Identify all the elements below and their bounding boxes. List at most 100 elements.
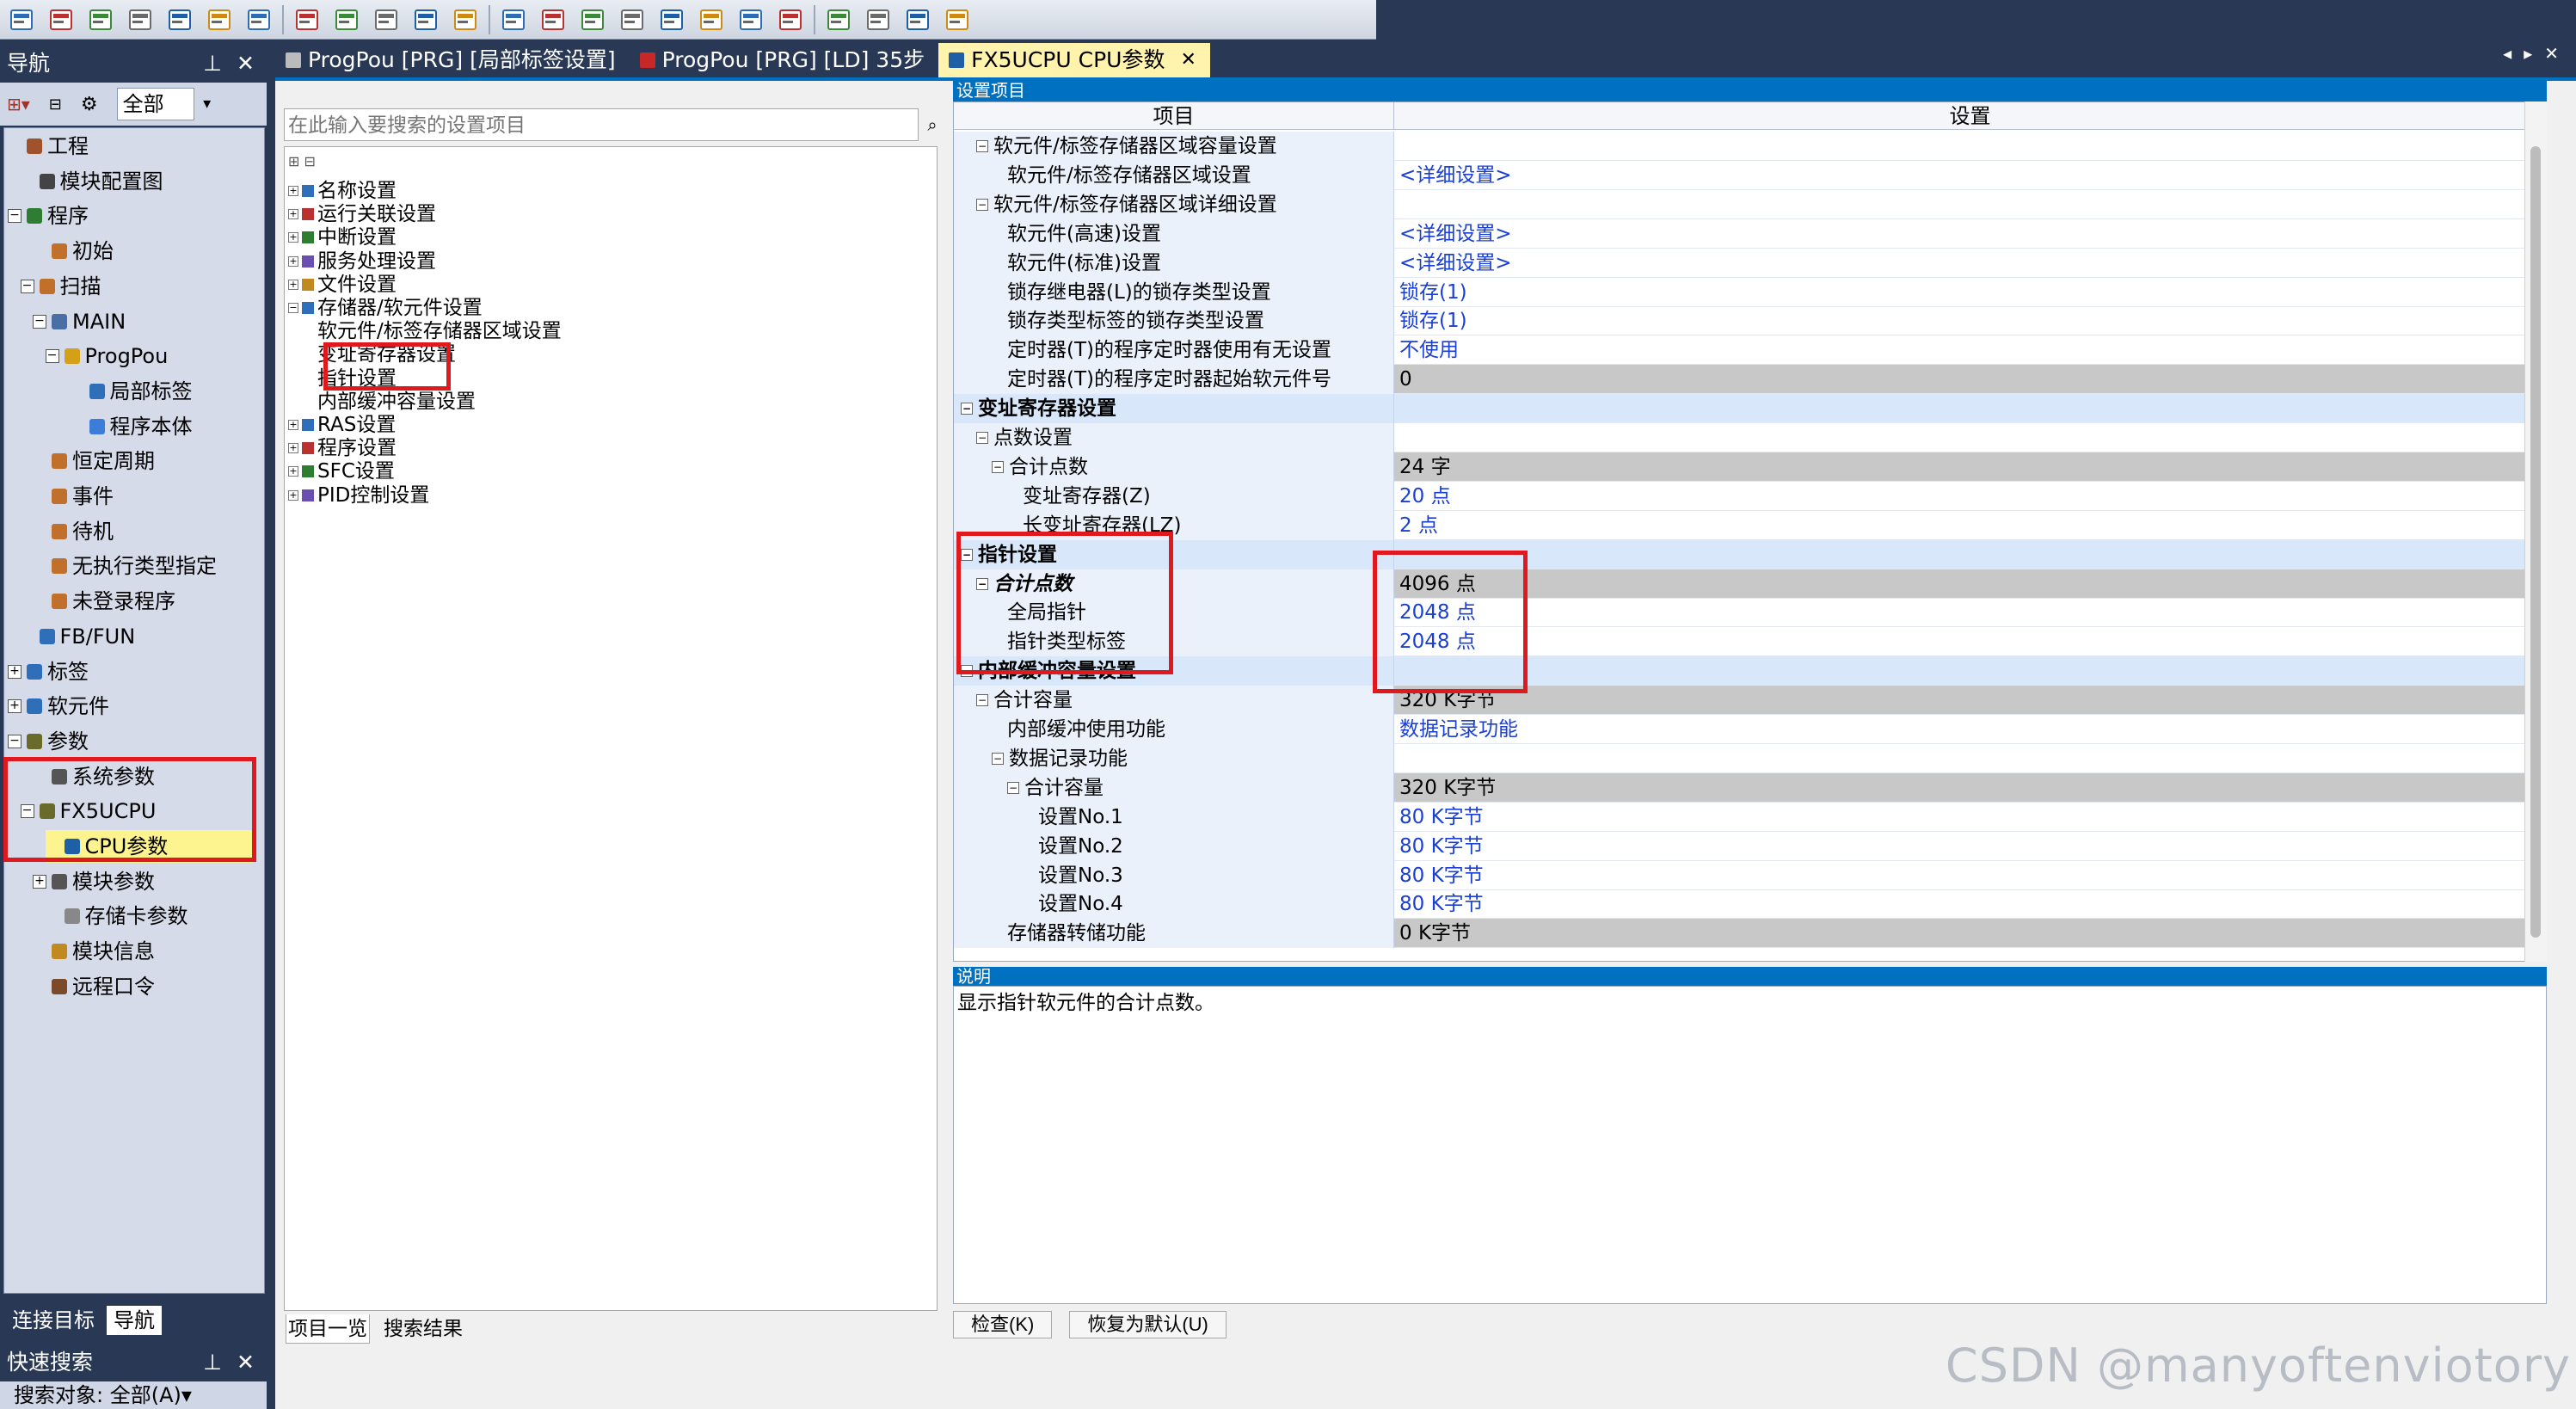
grid-row-value[interactable]: 320 K字节 — [1394, 686, 2535, 716]
grid-row-value[interactable]: 2048 点 — [1394, 598, 2535, 628]
expand-icon[interactable]: + — [288, 443, 298, 454]
window-icon[interactable] — [163, 3, 196, 36]
grid-row-value[interactable]: 320 K字节 — [1394, 772, 2535, 803]
search-icon[interactable] — [822, 3, 855, 36]
pin-icon[interactable]: ⊥ — [203, 45, 222, 83]
grid-row-value[interactable]: <详细设置> — [1394, 219, 2535, 249]
collapse-icon[interactable]: − — [976, 577, 988, 590]
close-icon[interactable]: ✕ — [1180, 43, 1196, 77]
tab-navigation[interactable]: 导航 — [107, 1306, 162, 1335]
setting-tree-item[interactable]: + RAS设置 — [288, 414, 396, 436]
collapse-icon[interactable]: − — [992, 752, 1004, 765]
close-icon[interactable]: ✕ — [237, 45, 255, 83]
grid-row[interactable]: − 软元件/标签存储器区域详细设置 — [954, 189, 2535, 219]
grid-row[interactable]: 设置No.2 80 K字节 — [954, 831, 2535, 861]
grid-row-value[interactable]: 2 点 — [1394, 511, 2535, 540]
tree-node[interactable]: 初始 — [33, 235, 114, 268]
nav-collapse-icon[interactable]: ⊟ — [49, 95, 62, 114]
expand-icon[interactable]: + — [288, 255, 298, 267]
setting-tree-item[interactable]: + 服务处理设置 — [288, 250, 436, 273]
save-icon[interactable] — [45, 3, 77, 36]
table-icon[interactable] — [203, 3, 236, 36]
grid-row[interactable]: 锁存类型标签的锁存类型设置 锁存(1) — [954, 306, 2535, 336]
grid-row[interactable]: 软元件(标准)设置 <详细设置> — [954, 248, 2535, 278]
chevron-right-icon[interactable]: ▸ — [2524, 43, 2532, 64]
doc-tab[interactable]: ProgPou [PRG] [局部标签设置] — [275, 43, 630, 77]
grid-row-value[interactable]: 数据记录功能 — [1394, 715, 2535, 744]
tree-node[interactable]: 待机 — [33, 515, 114, 548]
grid-row[interactable]: 定时器(T)的程序定时器使用有无设置 不使用 — [954, 335, 2535, 366]
edit-icon[interactable] — [616, 3, 649, 36]
grid-row[interactable]: 指针类型标签 2048 点 — [954, 627, 2535, 657]
check-button[interactable]: 检查(K) — [953, 1311, 1053, 1338]
tree-node[interactable]: − MAIN — [33, 305, 126, 338]
expand-icon[interactable]: + — [288, 186, 298, 196]
expand-icon[interactable]: + — [288, 420, 298, 430]
grid-scrollbar[interactable] — [2524, 102, 2547, 962]
tree-toolbar-icon[interactable]: ⊞ ⊟ — [288, 151, 316, 173]
tree-node[interactable]: 恒定周期 — [33, 445, 155, 477]
collapse-icon[interactable]: − — [288, 303, 298, 313]
grid-row[interactable]: − 内部缓冲容量设置 — [954, 656, 2535, 686]
binoculars-icon[interactable]: ⌕ — [920, 108, 944, 141]
list-icon[interactable] — [576, 3, 609, 36]
watch-icon[interactable] — [774, 3, 807, 36]
tree-node[interactable]: − FX5UCPU — [20, 795, 156, 828]
expand-icon[interactable]: + — [288, 279, 298, 290]
dev3-icon[interactable] — [409, 3, 442, 36]
collapse-icon[interactable]: − — [20, 804, 34, 819]
collapse-icon[interactable]: − — [961, 403, 973, 415]
grid-row-value[interactable]: 0 — [1394, 365, 2535, 395]
grid-row[interactable]: − 合计容量 320 K字节 — [954, 686, 2535, 716]
collapse-icon[interactable]: − — [8, 209, 22, 224]
grid-row-value[interactable]: 锁存(1) — [1394, 278, 2535, 307]
grid-row-value[interactable]: 2048 点 — [1394, 627, 2535, 657]
grid-row[interactable]: 定时器(T)的程序定时器起始软元件号 0 — [954, 365, 2535, 395]
collapse-icon[interactable]: − — [45, 349, 59, 364]
collapse-icon[interactable]: − — [976, 432, 988, 444]
collapse-icon[interactable]: − — [1007, 781, 1019, 794]
grid-row[interactable]: 变址寄存器(Z) 20 点 — [954, 481, 2535, 511]
tree-node[interactable]: 程序本体 — [71, 410, 193, 443]
tree-node[interactable]: − 扫描 — [20, 270, 101, 303]
check-icon[interactable] — [655, 3, 688, 36]
module-icon[interactable] — [124, 3, 157, 36]
tab-search-results[interactable]: 搜索结果 — [384, 1314, 463, 1344]
setting-tree-item[interactable]: 软元件/标签存储器区域设置 — [317, 320, 562, 342]
print2-icon[interactable] — [901, 3, 934, 36]
setting-tree-item[interactable]: + 名称设置 — [288, 180, 397, 202]
grid-row-value[interactable]: 80 K字节 — [1394, 803, 2535, 832]
grid-row[interactable]: 全局指针 2048 点 — [954, 598, 2535, 628]
grid-row[interactable]: − 数据记录功能 — [954, 743, 2535, 773]
doc-tab[interactable]: FX5UCPU CPU参数 ✕ — [938, 43, 1210, 77]
grid-row[interactable]: 软元件/标签存储器区域设置 <详细设置> — [954, 160, 2535, 190]
grid-row[interactable]: 设置No.1 80 K字节 — [954, 802, 2535, 832]
collapse-icon[interactable]: − — [961, 665, 973, 678]
tree-node[interactable]: − 参数 — [8, 725, 89, 758]
expand-icon[interactable]: + — [288, 466, 298, 477]
close-icon[interactable]: ✕ — [2544, 43, 2559, 64]
grid-row[interactable]: 内部缓冲使用功能 数据记录功能 — [954, 715, 2535, 744]
grid-row-value[interactable]: <详细设置> — [1394, 161, 2535, 190]
grid-row-value[interactable]: 锁存(1) — [1394, 306, 2535, 336]
tree-node[interactable]: − 程序 — [8, 200, 89, 232]
grid-row[interactable]: 锁存继电器(L)的锁存类型设置 锁存(1) — [954, 277, 2535, 307]
grid-row[interactable]: − 点数设置 — [954, 423, 2535, 452]
setting-tree-item[interactable]: + 运行关联设置 — [288, 203, 436, 225]
quick-search-target[interactable]: 搜索对象: 全部(A)▾ — [0, 1381, 267, 1409]
expand-icon[interactable]: + — [33, 874, 46, 889]
collapse-icon[interactable]: − — [976, 694, 988, 707]
grid-row[interactable]: 软元件(高速)设置 <详细设置> — [954, 218, 2535, 249]
setting-tree-item[interactable]: − 存储器/软元件设置 — [288, 297, 483, 319]
setting-search-input[interactable] — [284, 108, 919, 141]
grid-row-value[interactable]: 20 点 — [1394, 482, 2535, 511]
tree-node[interactable]: 模块配置图 — [21, 165, 163, 198]
reset-default-button[interactable]: 恢复为默认(U) — [1069, 1311, 1227, 1338]
tab-item-list[interactable]: 项目一览 — [286, 1314, 370, 1344]
setting-tree-item[interactable]: + 程序设置 — [288, 437, 397, 459]
tree-node[interactable]: 系统参数 — [33, 760, 155, 793]
grid-row[interactable]: 长变址寄存器(LZ) 2 点 — [954, 510, 2535, 540]
collapse-icon[interactable]: − — [976, 140, 988, 152]
expand-icon[interactable]: + — [8, 664, 22, 679]
grid-row[interactable]: − 软元件/标签存储器区域容量设置 — [954, 132, 2535, 161]
